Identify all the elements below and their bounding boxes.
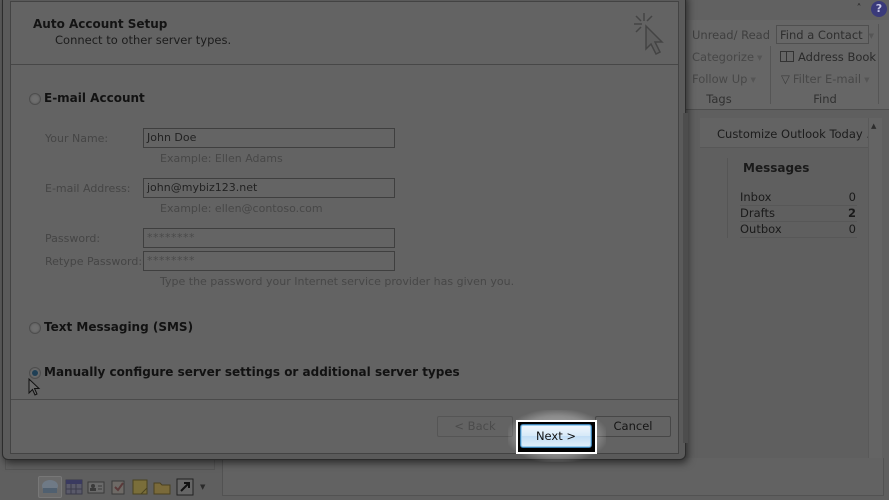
dropdown-caret-icon: ▼ xyxy=(864,75,870,84)
categorize-button[interactable]: Categorize ▼ xyxy=(692,50,762,64)
notes-nav-button[interactable] xyxy=(131,478,149,496)
dropdown-caret-icon: ▼ xyxy=(868,31,875,40)
dialog-subtitle: Connect to other server types. xyxy=(55,33,232,47)
folder-count: 0 xyxy=(848,190,856,204)
help-icon[interactable]: ? xyxy=(871,1,887,17)
folder-count: 2 xyxy=(847,206,856,220)
ribbon-separator xyxy=(878,24,879,104)
shortcuts-nav-button[interactable] xyxy=(176,478,194,496)
folder-icon xyxy=(153,482,171,495)
follow-up-label: Follow Up xyxy=(692,72,748,86)
dialog-edge xyxy=(683,113,688,443)
retype-password-label: Retype Password: xyxy=(45,255,143,268)
dialog-body: E-mail Account Your Name: John Doe Examp… xyxy=(11,66,678,399)
unread-read-button[interactable]: Unread/ Read xyxy=(692,28,770,42)
mail-icon xyxy=(42,480,58,493)
follow-up-button[interactable]: Follow Up ▼ xyxy=(692,72,756,86)
add-new-account-dialog: Auto Account Setup Connect to other serv… xyxy=(2,0,688,460)
calendar-icon xyxy=(65,479,83,495)
next-button[interactable]: Next > xyxy=(520,424,592,448)
panel-divider xyxy=(727,158,728,238)
email-address-label: E-mail Address: xyxy=(45,182,131,195)
email-address-hint: Example: ellen@contoso.com xyxy=(160,202,323,215)
minimize-ribbon-icon[interactable]: ˄ xyxy=(852,3,866,15)
find-contact-label: Find a Contact xyxy=(780,28,863,42)
mail-nav-button[interactable] xyxy=(38,476,62,498)
filter-email-button[interactable]: ▽ Filter E-mail ▼ xyxy=(781,72,869,86)
filter-icon: ▽ xyxy=(781,72,790,86)
wizard-cursor-icon xyxy=(634,13,664,56)
dropdown-caret-icon: ▼ xyxy=(757,53,763,62)
messages-row-drafts[interactable]: Drafts 2 xyxy=(740,206,857,222)
dropdown-caret-icon: ▼ xyxy=(750,75,756,84)
manual-config-label[interactable]: Manually configure server settings or ad… xyxy=(44,365,460,379)
filter-email-label: Filter E-mail xyxy=(792,72,862,86)
tags-group-label: Tags xyxy=(706,92,732,106)
contacts-nav-button[interactable] xyxy=(87,478,105,496)
categorize-label: Categorize xyxy=(692,50,755,64)
your-name-input[interactable]: John Doe xyxy=(143,128,395,148)
password-input[interactable]: ******** xyxy=(143,228,395,248)
calendar-nav-button[interactable] xyxy=(65,478,83,496)
email-account-radio[interactable] xyxy=(29,93,41,105)
address-book-label: Address Book xyxy=(798,50,877,64)
customize-outlook-today-link[interactable]: Customize Outlook Today ... xyxy=(717,127,877,141)
notes-icon xyxy=(132,479,148,495)
folder-label: Outbox xyxy=(740,222,782,236)
folder-label: Drafts xyxy=(740,206,775,220)
your-name-hint: Example: Ellen Adams xyxy=(160,152,283,165)
password-label: Password: xyxy=(45,232,101,245)
unread-read-label: Unread/ Read xyxy=(692,28,771,42)
outlook-today-scrollbar[interactable]: ▲ ▼ xyxy=(868,118,882,492)
dialog-title: Auto Account Setup xyxy=(33,17,168,31)
navigation-bar: ▼ xyxy=(36,476,216,498)
dialog-header: Auto Account Setup Connect to other serv… xyxy=(11,2,678,65)
contacts-icon xyxy=(87,481,105,494)
dialog-content: Auto Account Setup Connect to other serv… xyxy=(10,1,679,454)
messages-row-inbox[interactable]: Inbox 0 xyxy=(740,190,857,206)
cancel-button[interactable]: Cancel xyxy=(595,416,671,437)
find-contact-input[interactable]: Find a Contact ▼ xyxy=(776,25,874,44)
tasks-icon xyxy=(111,480,125,495)
configure-buttons-icon[interactable]: ▼ xyxy=(200,478,218,496)
ribbon-separator xyxy=(770,46,771,104)
folder-list-nav-button[interactable] xyxy=(153,478,171,496)
scroll-up-icon[interactable]: ▲ xyxy=(871,122,876,130)
find-group-label: Find xyxy=(813,92,837,106)
folder-count: 0 xyxy=(848,222,856,236)
sms-radio[interactable] xyxy=(29,322,41,334)
email-account-label[interactable]: E-mail Account xyxy=(44,91,145,105)
folder-label: Inbox xyxy=(740,190,772,204)
sms-label[interactable]: Text Messaging (SMS) xyxy=(44,320,193,334)
main-content-frame xyxy=(222,458,884,496)
mouse-cursor-icon xyxy=(28,378,41,396)
address-book-button[interactable]: Address Book xyxy=(780,50,876,64)
messages-row-outbox[interactable]: Outbox 0 xyxy=(740,222,857,238)
shortcut-arrow-icon xyxy=(176,478,194,496)
back-button[interactable]: < Back xyxy=(437,416,513,437)
email-address-input[interactable]: john@mybiz123.net xyxy=(143,178,395,198)
password-hint: Type the password your Internet service … xyxy=(160,275,515,288)
address-book-icon xyxy=(780,51,794,62)
tasks-nav-button[interactable] xyxy=(109,478,127,496)
messages-title: Messages xyxy=(743,161,810,175)
your-name-label: Your Name: xyxy=(45,132,109,145)
retype-password-input[interactable]: ******** xyxy=(143,251,395,271)
